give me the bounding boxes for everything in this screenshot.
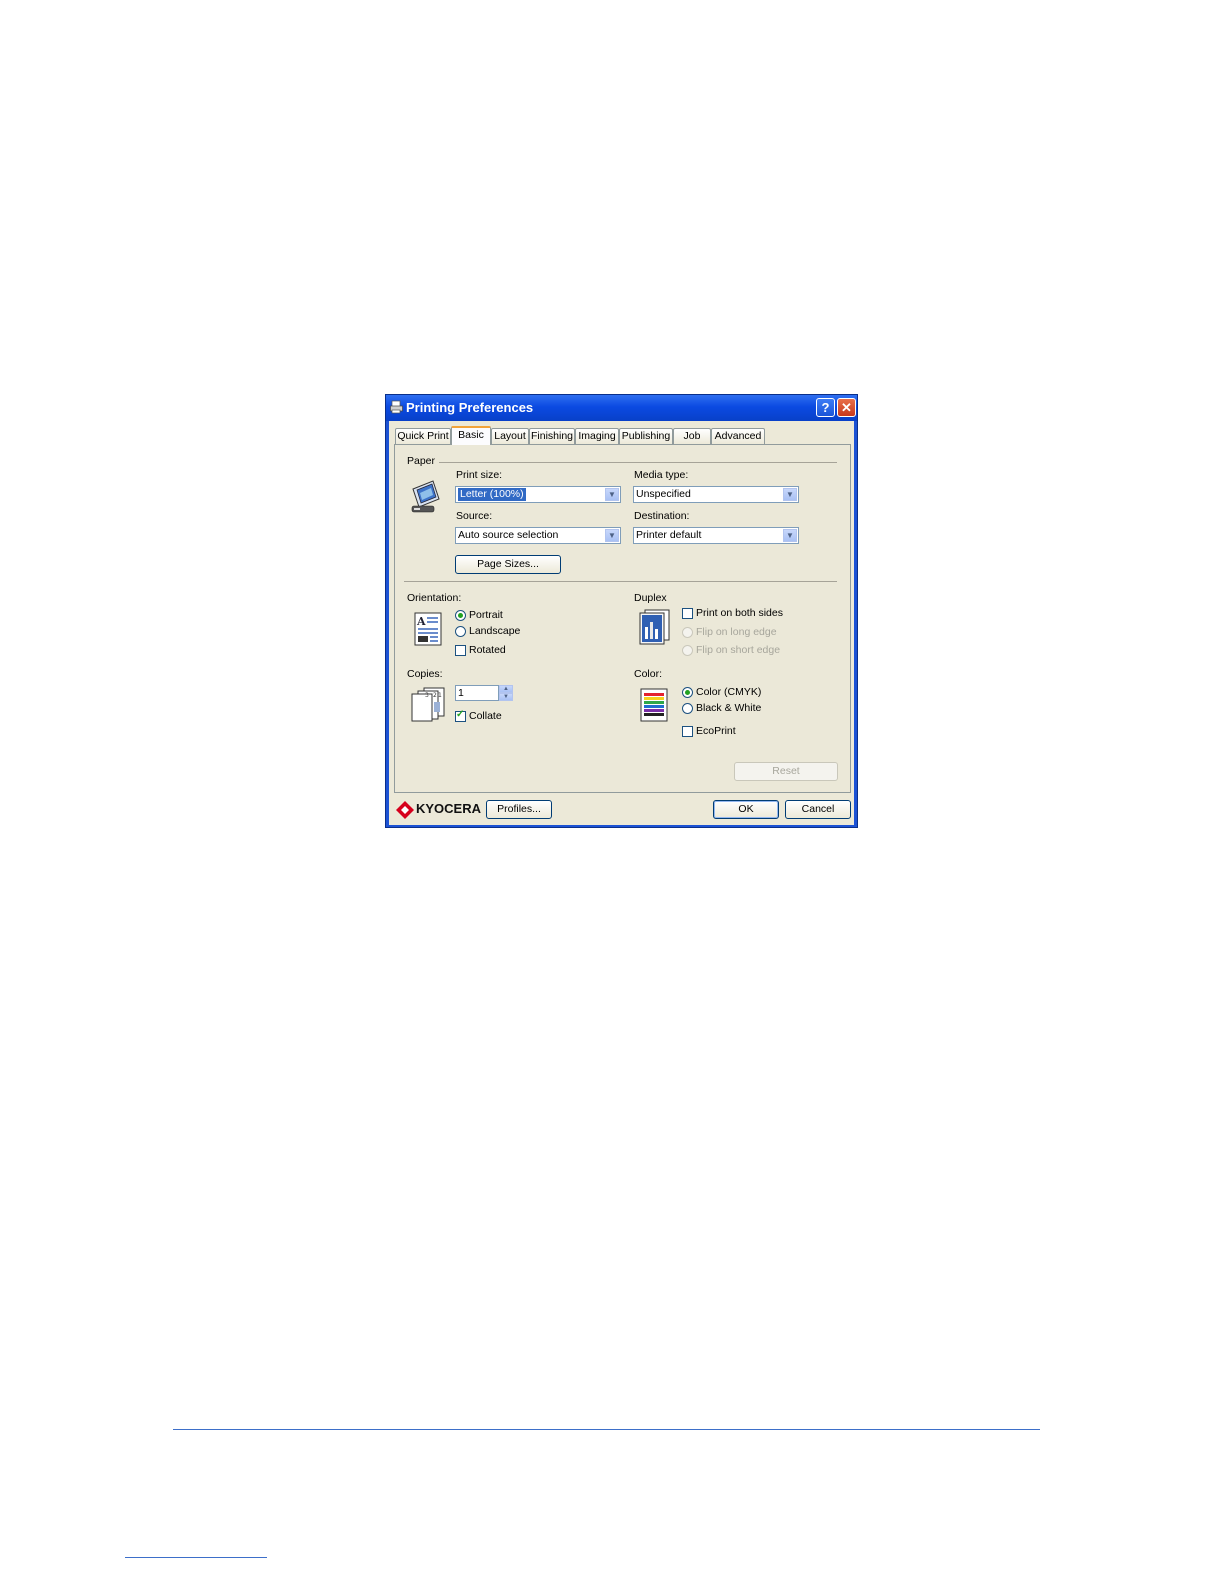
dialog-body: Quick Print Basic Layout Finishing Imagi… <box>389 421 854 825</box>
portrait-label[interactable]: Portrait <box>469 609 503 621</box>
kyocera-logo-icon <box>396 801 414 819</box>
title-bar[interactable]: Printing Preferences ? ✕ <box>386 395 857 421</box>
print-size-select[interactable]: Letter (100%) ▼ <box>455 486 621 503</box>
tab-imaging[interactable]: Imaging <box>575 428 619 444</box>
orientation-label: Orientation: <box>407 592 462 604</box>
flip-short-edge-label[interactable]: Flip on short edge <box>696 644 780 656</box>
help-button[interactable]: ? <box>816 398 835 417</box>
tab-advanced[interactable]: Advanced <box>711 428 765 444</box>
paper-group-label: Paper <box>407 455 436 467</box>
destination-label: Destination: <box>634 510 690 522</box>
color-page-icon <box>640 688 668 722</box>
section-divider <box>404 581 837 582</box>
page-footer-rule <box>173 1429 1040 1430</box>
tab-quick-print[interactable]: Quick Print <box>395 428 451 444</box>
ok-button[interactable]: OK <box>713 800 779 819</box>
page-sizes-button[interactable]: Page Sizes... <box>455 555 561 574</box>
flip-long-edge-label[interactable]: Flip on long edge <box>696 626 777 638</box>
svg-text:2: 2 <box>433 692 437 699</box>
source-value: Auto source selection <box>458 529 559 541</box>
media-type-label: Media type: <box>634 469 689 481</box>
copies-stack-icon: 3 2 1 <box>411 687 445 722</box>
svg-text:A: A <box>416 615 426 628</box>
print-size-value: Letter (100%) <box>457 487 527 502</box>
chevron-up-icon[interactable]: ▲ <box>499 685 513 693</box>
printing-preferences-dialog: Printing Preferences ? ✕ Quick Print Bas… <box>385 394 858 828</box>
media-type-value: Unspecified <box>636 488 691 500</box>
color-label: Color: <box>634 668 663 680</box>
paper-tray-icon <box>411 480 440 513</box>
color-cmyk-label[interactable]: Color (CMYK) <box>696 686 761 698</box>
print-size-label: Print size: <box>456 469 503 481</box>
portrait-page-icon: A <box>414 612 442 646</box>
cancel-button[interactable]: Cancel <box>785 800 851 819</box>
chevron-down-icon[interactable]: ▼ <box>783 529 797 542</box>
paper-divider <box>439 462 837 463</box>
kyocera-brand: KYOCERA <box>416 801 482 816</box>
landscape-radio[interactable] <box>455 626 466 637</box>
collate-label[interactable]: Collate <box>469 710 502 722</box>
rotated-label[interactable]: Rotated <box>469 644 506 656</box>
reset-button[interactable]: Reset <box>734 762 838 781</box>
flip-short-edge-radio[interactable] <box>682 645 693 656</box>
ecoprint-label[interactable]: EcoPrint <box>696 725 736 737</box>
close-button[interactable]: ✕ <box>837 398 856 417</box>
flip-long-edge-radio[interactable] <box>682 627 693 638</box>
color-cmyk-radio[interactable] <box>682 687 693 698</box>
print-both-sides-checkbox[interactable] <box>682 608 693 619</box>
copies-label: Copies: <box>407 668 443 680</box>
tab-publishing[interactable]: Publishing <box>619 428 673 444</box>
printer-icon <box>390 400 403 414</box>
source-select[interactable]: Auto source selection ▼ <box>455 527 621 544</box>
tab-job[interactable]: Job <box>673 428 711 444</box>
copies-stepper[interactable]: ▲ ▼ <box>499 685 513 701</box>
tab-layout[interactable]: Layout <box>491 428 529 444</box>
media-type-select[interactable]: Unspecified ▼ <box>633 486 799 503</box>
chevron-down-icon[interactable]: ▼ <box>605 488 619 501</box>
svg-text:1: 1 <box>438 692 442 699</box>
footnote-rule <box>125 1557 267 1558</box>
copies-value: 1 <box>458 687 464 699</box>
dialog-title: Printing Preferences <box>406 400 534 415</box>
landscape-label[interactable]: Landscape <box>469 625 520 637</box>
black-white-label[interactable]: Black & White <box>696 702 761 714</box>
tab-finishing[interactable]: Finishing <box>529 428 575 444</box>
black-white-radio[interactable] <box>682 703 693 714</box>
chevron-down-icon[interactable]: ▼ <box>783 488 797 501</box>
chevron-down-icon[interactable]: ▼ <box>499 693 513 701</box>
copies-input[interactable]: 1 <box>455 685 499 701</box>
source-label: Source: <box>456 510 493 522</box>
tab-basic[interactable]: Basic <box>451 426 491 445</box>
portrait-radio[interactable] <box>455 610 466 621</box>
ecoprint-checkbox[interactable] <box>682 726 693 737</box>
basic-tab-panel: Paper Print size: Letter (100%) ▼ Media … <box>394 444 851 793</box>
destination-select[interactable]: Printer default ▼ <box>633 527 799 544</box>
print-both-sides-label[interactable]: Print on both sides <box>696 607 783 619</box>
duplex-pages-icon <box>639 609 670 645</box>
chevron-down-icon[interactable]: ▼ <box>605 529 619 542</box>
profiles-button[interactable]: Profiles... <box>486 800 552 819</box>
rotated-checkbox[interactable] <box>455 645 466 656</box>
duplex-label: Duplex <box>634 592 667 604</box>
destination-value: Printer default <box>636 529 702 541</box>
svg-text:3: 3 <box>425 692 429 699</box>
collate-checkbox[interactable] <box>455 709 466 722</box>
